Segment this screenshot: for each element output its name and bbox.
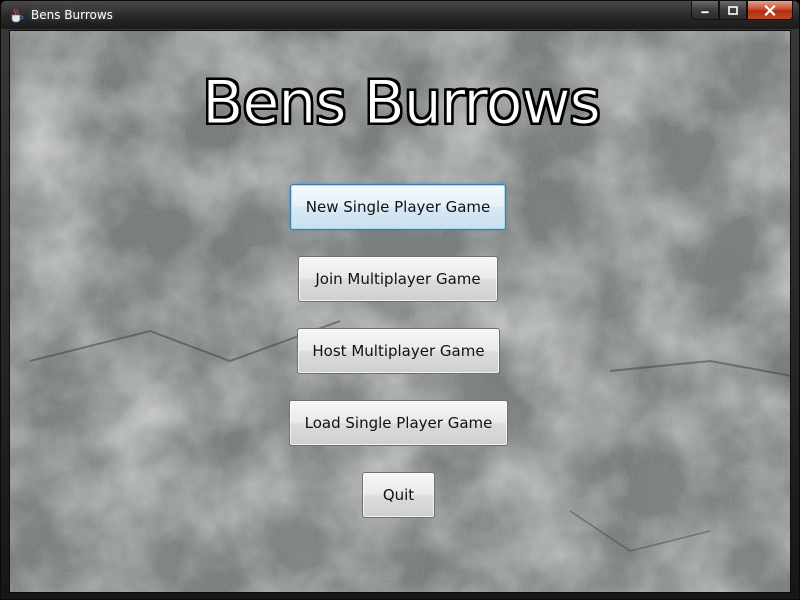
close-icon [764, 4, 776, 16]
load-single-player-game-button[interactable]: Load Single Player Game [289, 400, 508, 446]
caption-buttons [691, 1, 793, 21]
quit-button[interactable]: Quit [362, 472, 435, 518]
window-title: Bens Burrows [31, 8, 113, 22]
app-window: Bens Burrows Bens Burrows New Single Pla… [0, 0, 800, 600]
java-cup-icon [11, 8, 24, 23]
close-button[interactable] [747, 1, 793, 20]
minimize-icon [700, 10, 710, 14]
host-multiplayer-game-button[interactable]: Host Multiplayer Game [297, 328, 500, 374]
game-menu-panel: Bens Burrows New Single Player Game Join… [9, 30, 791, 593]
game-title: Bens Burrows [202, 68, 602, 138]
minimize-button[interactable] [691, 1, 719, 20]
new-single-player-game-button[interactable]: New Single Player Game [290, 184, 506, 230]
title-bar[interactable]: Bens Burrows [1, 1, 799, 29]
join-multiplayer-game-button[interactable]: Join Multiplayer Game [298, 256, 498, 302]
maximize-icon [728, 5, 738, 15]
maximize-button[interactable] [719, 1, 747, 20]
